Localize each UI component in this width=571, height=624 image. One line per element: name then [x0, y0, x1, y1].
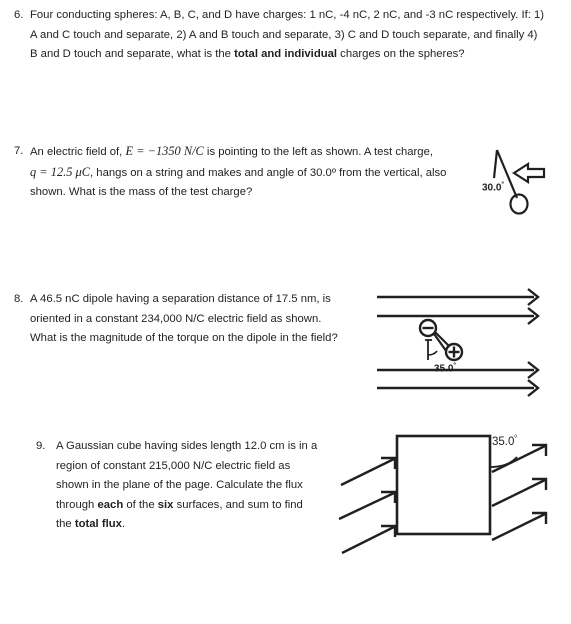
figure-dipole-diagram: [365, 285, 571, 397]
question-6-line-1: Four conducting spheres: A, B, C, and D …: [30, 9, 545, 21]
outgoing-arrow-line-3: [491, 512, 546, 542]
dipole-svg: [377, 288, 540, 397]
incoming-arrow-line-2: [338, 491, 395, 521]
question-9-line-4-a: through: [56, 498, 98, 511]
question-7-line-1-a: An electric field of,: [30, 146, 126, 158]
question-7-text: An electric field of, E = −1350 N/C is p…: [30, 142, 446, 203]
question-8: 8. A 46.5 nC dipole having a separation …: [14, 290, 374, 349]
question-6-line-3-prefix: B and D touch and separate, what is the: [30, 48, 235, 60]
cube-degree-symbol: º: [514, 435, 517, 442]
question-8-line-2: oriented in a constant 234,000 N/C elect…: [30, 312, 322, 325]
question-9-line-3: shown in the plane of the page. Calculat…: [56, 479, 303, 491]
question-6-line-2: A and C touch and separate, 2) A and B t…: [30, 28, 538, 41]
question-9-line-4-b: of the: [123, 498, 158, 511]
pendulum-degree-symbol: º: [501, 181, 504, 188]
question-6-line-3-bold: total and individual: [234, 48, 338, 60]
dipole-negative-charge: [418, 318, 438, 338]
question-7-number: 7.: [14, 145, 24, 157]
figure-gaussian-cube-diagram: [336, 425, 571, 557]
question-9-number: 9.: [36, 440, 46, 452]
question-9-bold-six: six: [157, 498, 174, 511]
dipole-angle-reference: [425, 339, 438, 360]
question-6-text: Four conducting spheres: A, B, C, and D …: [30, 6, 544, 65]
question-7-line-3: shown. What is the mass of the test char…: [30, 186, 253, 198]
question-9-line-5-a: the: [56, 518, 75, 530]
question-9-line-1: A Gaussian cube having sides length 12.0…: [56, 440, 318, 452]
incoming-field-arrows: [338, 456, 397, 555]
dipole-angle-arc: [427, 350, 438, 356]
question-8-line-3: What is the magnitude of the torque on t…: [30, 332, 338, 344]
worksheet-page: 6. Four conducting spheres: A, B, C, and…: [0, 0, 571, 624]
incoming-arrow-line-1: [340, 457, 395, 487]
dipole-angle-value: 35.0: [434, 363, 454, 375]
incoming-arrow-line-3: [341, 525, 395, 555]
cube-angle-label: 35.0º: [492, 435, 517, 448]
question-7: 7. An electric field of, E = −1350 N/C i…: [14, 142, 484, 203]
question-9-text: A Gaussian cube having sides length 12.0…: [56, 437, 317, 535]
question-7-line-1-b: is pointing to the left as shown. A test…: [203, 146, 434, 158]
question-9-bold-total-flux: total flux: [74, 518, 122, 530]
pendulum-angle-value: 30.0: [482, 182, 502, 194]
question-7-line-2-b: , hangs on a string and makes and angle …: [90, 166, 447, 179]
outgoing-field-arrows: [491, 443, 548, 542]
cube-angle-value: 35.0: [492, 435, 515, 448]
question-9-line-4-c: surfaces, and sum to find: [173, 498, 303, 511]
question-9-line-2: region of constant 215,000 N/C electric …: [56, 459, 291, 472]
question-6: 6. Four conducting spheres: A, B, C, and…: [14, 6, 559, 65]
test-charge-circle: [509, 193, 529, 215]
question-9-line-4: through each of the six surfaces, and su…: [56, 496, 317, 516]
question-6-number: 6.: [14, 9, 24, 21]
figure-pendulum-diagram: [470, 140, 571, 220]
question-8-text: A 46.5 nC dipole having a separation dis…: [30, 290, 338, 349]
question-7-charge-equation: q = 12.5 μC: [30, 164, 91, 179]
outgoing-arrow-line-1: [491, 444, 546, 474]
question-9-line-5-b: .: [121, 518, 126, 530]
pendulum-svg: [492, 149, 546, 215]
dipole-degree-symbol: º: [453, 362, 456, 369]
question-8-line-1: A 46.5 nC dipole having a separation dis…: [30, 293, 331, 305]
question-9-line-5: the total flux.: [56, 515, 317, 535]
question-7-field-equation: E = −1350 N/C: [125, 144, 204, 158]
question-9: 9. A Gaussian cube having sides length 1…: [36, 437, 366, 535]
dipole-positive-charge: [444, 342, 464, 362]
question-6-line-3: B and D touch and separate, what is the …: [30, 45, 544, 65]
vertical-reference-line: [492, 149, 499, 179]
question-8-number: 8.: [14, 293, 24, 305]
field-lines-group: [377, 288, 540, 397]
question-6-line-3-suffix: charges on the spheres?: [337, 48, 465, 60]
pendulum-angle-label: 30.0º: [482, 181, 504, 193]
outgoing-arrow-line-2: [491, 478, 546, 508]
dipole-angle-label: 35.0º: [434, 362, 456, 374]
electric-field-block-arrow: [511, 161, 546, 185]
question-7-line-2: q = 12.5 μC, hangs on a string and makes…: [30, 163, 446, 184]
question-7-line-1: An electric field of, E = −1350 N/C is p…: [30, 142, 446, 163]
question-9-bold-each: each: [97, 498, 124, 511]
gaussian-cube-svg: [338, 434, 548, 555]
gaussian-cube-square: [395, 434, 492, 536]
